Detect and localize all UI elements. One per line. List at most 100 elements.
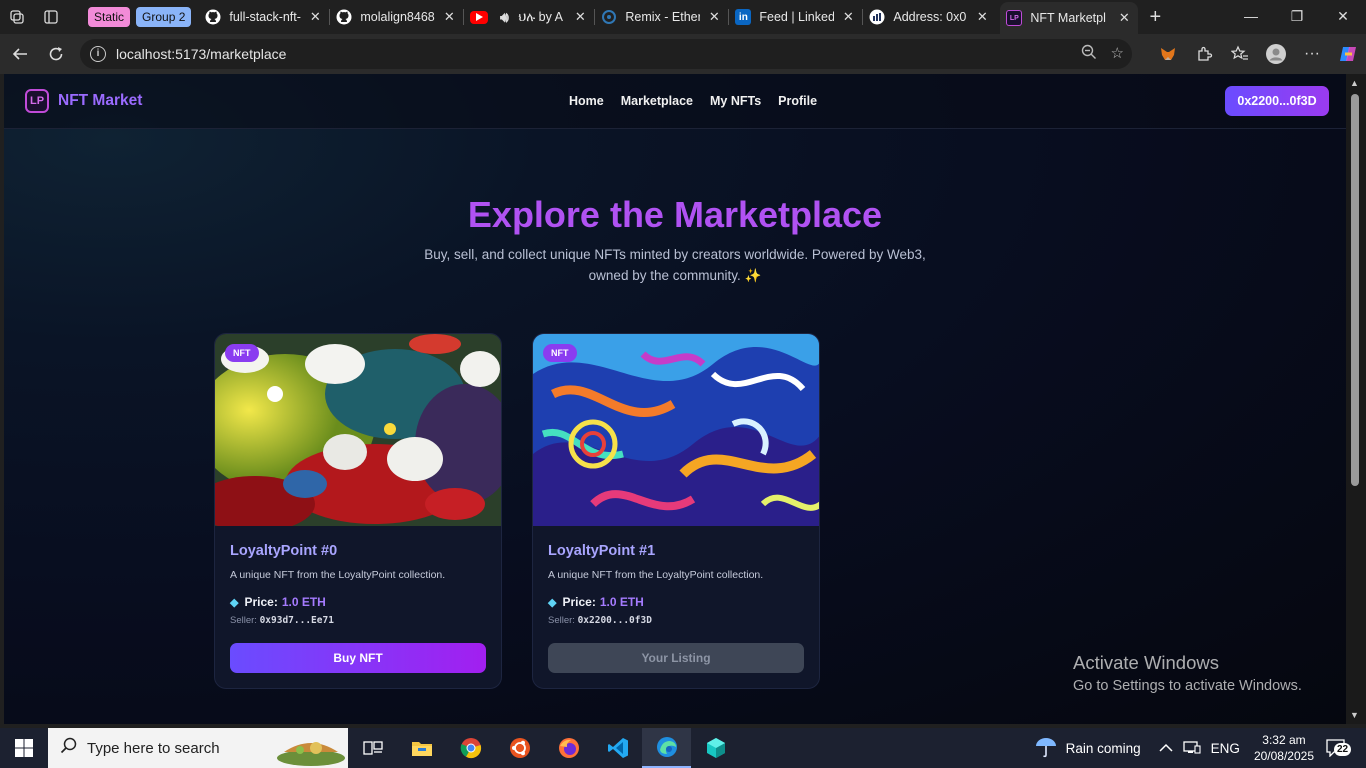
close-window-icon[interactable]: ✕ — [1320, 0, 1366, 32]
taskbar-search[interactable]: Type here to search — [48, 728, 348, 768]
app-navbar: LP NFT Market Home Marketplace My NFTs P… — [4, 74, 1346, 129]
tab-etherscan[interactable]: Address: 0x0 ✕ — [863, 3, 996, 31]
search-placeholder: Type here to search — [87, 739, 220, 757]
windows-taskbar: Type here to search Rain coming ENG 3:32… — [0, 728, 1366, 768]
watermark-subtitle: Go to Settings to activate Windows. — [1073, 678, 1302, 694]
tab-github-repo[interactable]: full-stack-nft- ✕ — [199, 3, 329, 31]
page-title: Explore the Marketplace — [467, 194, 883, 235]
seller-label: Seller: — [230, 615, 257, 626]
chevron-up-icon[interactable] — [1159, 741, 1173, 756]
cube-app-icon[interactable] — [691, 728, 740, 768]
url-text[interactable]: localhost:5173/marketplace — [116, 46, 286, 62]
close-icon[interactable]: ✕ — [1116, 10, 1132, 26]
edge-icon[interactable] — [642, 728, 691, 768]
favorite-star-icon[interactable]: ☆ — [1111, 44, 1124, 64]
refresh-icon[interactable] — [38, 36, 74, 72]
scrollbar-thumb[interactable] — [1351, 94, 1359, 486]
search-icon — [60, 737, 77, 759]
network-icon[interactable] — [1183, 740, 1201, 757]
watermark-title: Activate Windows — [1073, 652, 1219, 673]
nft-card: NFT LoyaltyPoint #1 A unique NFT from th… — [532, 333, 820, 689]
firefox-icon[interactable] — [544, 728, 593, 768]
close-icon[interactable]: ✕ — [974, 9, 990, 25]
tab-title: Address: 0x0 — [893, 10, 967, 24]
ubuntu-icon[interactable] — [495, 728, 544, 768]
vscode-icon[interactable] — [593, 728, 642, 768]
lp-icon: LP — [1006, 10, 1023, 26]
price-value: 1.0 ETH — [281, 595, 326, 609]
nft-description: A unique NFT from the LoyaltyPoint colle… — [548, 569, 764, 581]
weather-text[interactable]: Rain coming — [1066, 741, 1141, 756]
nft-seller-row: Seller: 0x93d7...Ee71 — [230, 615, 334, 626]
github-icon — [205, 9, 221, 25]
back-icon[interactable] — [2, 36, 38, 72]
wallet-address-button[interactable]: 0x2200...0f3D — [1225, 86, 1329, 116]
zoom-icon[interactable] — [1081, 44, 1097, 64]
tab-nft-marketplace[interactable]: LP NFT Marketpl ✕ — [1000, 2, 1139, 34]
extensions-toolbar: ··· — [1150, 34, 1366, 74]
nft-name: LoyaltyPoint #1 — [548, 543, 656, 559]
nav-marketplace[interactable]: Marketplace — [621, 94, 693, 108]
seller-address: 0x93d7...Ee71 — [259, 615, 334, 626]
tab-title: ህሉ by A — [518, 9, 564, 24]
diamond-icon: ◆ — [230, 596, 239, 609]
weather-rain-icon[interactable] — [1034, 736, 1058, 761]
favorites-icon[interactable] — [1222, 45, 1258, 63]
close-icon[interactable]: ✕ — [307, 9, 323, 25]
close-icon[interactable]: ✕ — [441, 9, 457, 25]
profile-avatar[interactable] — [1258, 43, 1294, 65]
nft-image — [215, 334, 501, 526]
workspaces-icon[interactable] — [0, 0, 34, 34]
chrome-icon[interactable] — [446, 728, 495, 768]
windows-start-icon[interactable] — [0, 728, 48, 768]
tab-title: Feed | Linked — [759, 10, 835, 24]
clock[interactable]: 3:32 am 20/08/2025 — [1254, 732, 1314, 764]
restore-icon[interactable]: ❐ — [1274, 0, 1320, 32]
price-value: 1.0 ETH — [599, 595, 644, 609]
tab-github-profile[interactable]: molalign8468 ✕ — [330, 3, 463, 31]
activate-windows-watermark: Activate Windows Go to Settings to activ… — [1073, 652, 1302, 694]
close-icon[interactable]: ✕ — [572, 9, 588, 25]
youtube-icon — [470, 10, 489, 24]
tab-remix[interactable]: Remix - Ether ✕ — [595, 3, 728, 31]
nft-badge: NFT — [225, 344, 259, 362]
window-controls: — ❐ ✕ — [1228, 0, 1366, 32]
extensions-icon[interactable] — [1186, 45, 1222, 63]
tab-youtube[interactable]: 🔊︎ ህሉ by A ✕ — [464, 3, 594, 31]
brand[interactable]: LP NFT Market — [25, 89, 142, 113]
close-icon[interactable]: ✕ — [840, 9, 856, 25]
copilot-icon[interactable] — [1330, 43, 1366, 65]
tab-group-2[interactable]: Group 2 — [136, 7, 192, 27]
scroll-down-arrow[interactable]: ▼ — [1350, 710, 1359, 720]
site-info-icon[interactable]: i — [90, 46, 106, 62]
tab-linkedin[interactable]: in Feed | Linked ✕ — [729, 3, 862, 31]
nav-profile[interactable]: Profile — [778, 94, 817, 108]
task-view-icon[interactable] — [348, 728, 397, 768]
nav-my-nfts[interactable]: My NFTs — [710, 94, 761, 108]
minimize-icon[interactable]: — — [1228, 0, 1274, 32]
price-label: Price: — [244, 595, 278, 609]
nav-home[interactable]: Home — [569, 94, 604, 108]
metamask-icon[interactable] — [1150, 45, 1186, 63]
page-scrollbar[interactable]: ▲ ▼ — [1346, 74, 1366, 724]
etherscan-icon — [869, 9, 885, 25]
address-bar-row: i localhost:5173/marketplace ☆ ··· — [0, 34, 1366, 74]
nft-name: LoyaltyPoint #0 — [230, 543, 338, 559]
your-listing-button: Your Listing — [548, 643, 804, 673]
more-options-icon[interactable]: ··· — [1294, 45, 1330, 63]
tab-actions-icon[interactable] — [34, 0, 68, 34]
scroll-up-arrow[interactable]: ▲ — [1350, 78, 1359, 88]
file-explorer-icon[interactable] — [397, 728, 446, 768]
url-bar[interactable]: i localhost:5173/marketplace ☆ — [80, 39, 1132, 69]
close-icon[interactable]: ✕ — [706, 9, 722, 25]
buy-nft-button[interactable]: Buy NFT — [230, 643, 486, 673]
seller-address: 0x2200...0f3D — [577, 615, 652, 626]
language-indicator[interactable]: ENG — [1211, 741, 1240, 756]
new-tab-icon[interactable]: + — [1138, 0, 1172, 34]
notifications-icon[interactable]: 22 — [1326, 739, 1352, 757]
github-icon — [336, 9, 352, 25]
clock-time: 3:32 am — [1262, 733, 1306, 747]
speaker-icon[interactable]: 🔊︎ — [496, 9, 512, 25]
tab-group-static[interactable]: Static — [88, 7, 131, 27]
remix-icon — [601, 9, 617, 25]
